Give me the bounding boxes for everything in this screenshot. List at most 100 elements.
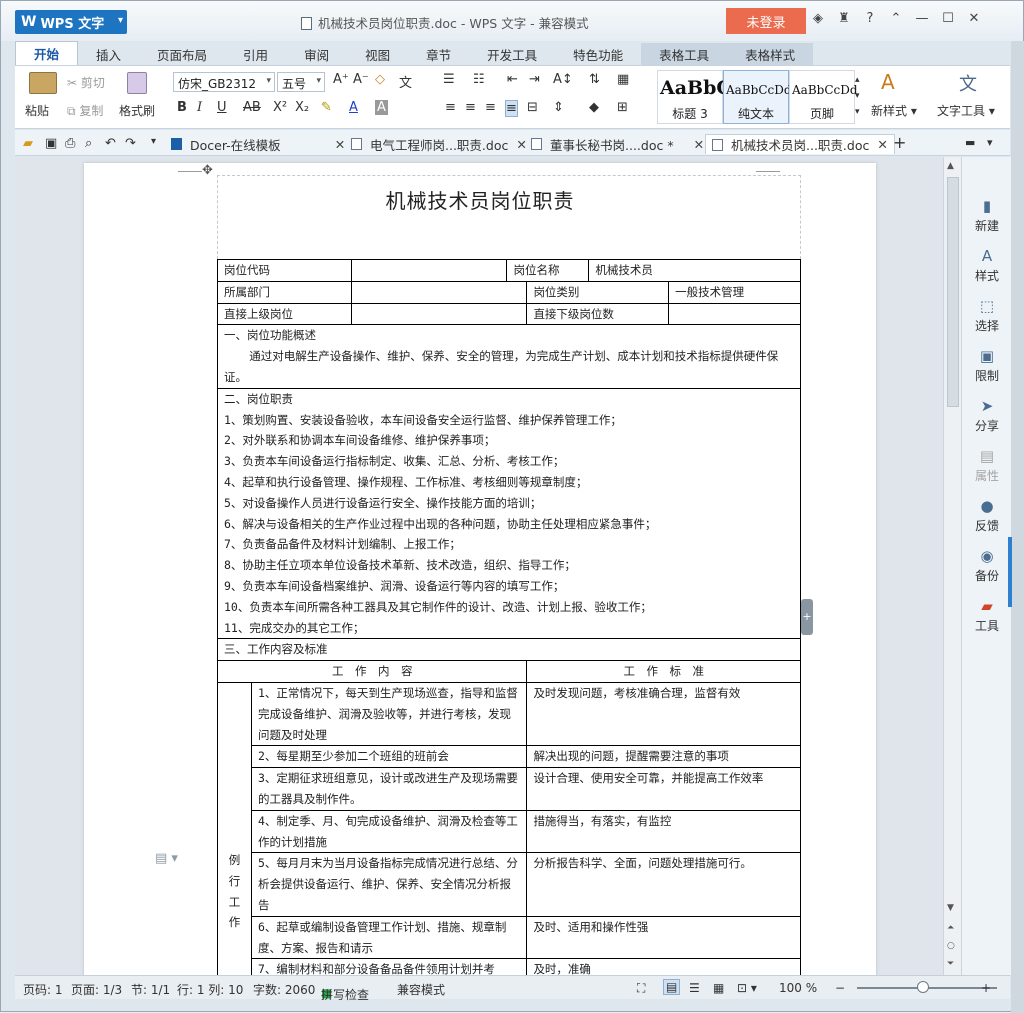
outdent-icon[interactable]: ⇤ (507, 72, 518, 87)
tab-5[interactable]: 视图 (347, 43, 408, 65)
close-tab-icon[interactable]: ✕ (694, 137, 704, 152)
tab-0[interactable]: 开始 (15, 41, 79, 65)
wps-menu-button[interactable]: W WPS 文字 ▾ (15, 10, 127, 34)
column-header-content[interactable]: 工 作 内 容 (216, 660, 528, 683)
close-tab-icon[interactable]: ✕ (877, 137, 887, 152)
bold-icon[interactable]: B (177, 100, 187, 115)
tab-9[interactable]: 表格工具 (641, 43, 728, 65)
strikethrough-icon[interactable]: AB (243, 100, 261, 115)
table-move-handle[interactable]: ✥ (202, 163, 213, 178)
numbered-list-icon[interactable]: ☷ (473, 72, 485, 87)
tab-10[interactable]: 表格样式 (727, 43, 814, 65)
work-standard-cell[interactable]: 设计合理、使用安全可靠，并能提高工作效率 (526, 767, 801, 811)
brush-icon[interactable] (127, 72, 147, 94)
doc-tab-electrical[interactable]: 电气工程师岗...职责.doc ✕ (351, 134, 527, 154)
panel-item-2[interactable]: ⬚ 选择 (962, 297, 1012, 334)
new-tab-icon[interactable]: + (893, 133, 906, 152)
new-style-button[interactable]: 新样式 ▾ (871, 102, 917, 119)
subscript-icon[interactable]: X₂ (295, 100, 309, 115)
scroll-up-icon[interactable]: ▲ (947, 161, 954, 171)
collapse-ribbon-icon[interactable]: ⌃ (887, 11, 905, 26)
maximize-button[interactable]: ☐ (939, 11, 957, 26)
minimize-button[interactable]: — (913, 11, 931, 26)
grow-font-icon[interactable]: A⁺ (333, 72, 349, 87)
work-standard-cell[interactable]: 及时，准确 (526, 958, 801, 975)
close-tab-icon[interactable]: ✕ (516, 137, 526, 152)
column-header-standard[interactable]: 工 作 标 准 (526, 660, 801, 683)
zoom-out-icon[interactable]: − (835, 981, 845, 995)
zoom-level[interactable]: 100 % (779, 981, 817, 995)
zoom-slider-knob[interactable] (917, 981, 929, 993)
justify-icon[interactable]: ≡ (505, 100, 518, 117)
font-size-select[interactable]: 五号 ▾ (277, 72, 325, 92)
tab-6[interactable]: 章节 (408, 43, 469, 65)
expand-panel-tab[interactable]: + (801, 599, 813, 635)
sort-icon[interactable]: ⇅ (589, 72, 600, 87)
page-thumbnail-icon[interactable]: ▤ ▾ (155, 851, 178, 866)
work-content-cell[interactable]: 4、制定季、月、旬完成设备维护、润滑及检查等工作的计划措施 (250, 809, 528, 854)
phonetic-icon[interactable]: 文 (399, 72, 412, 91)
work-standard-cell[interactable]: 分析报告科学、全面，问题处理措施可行。 (526, 852, 801, 917)
shrink-font-icon[interactable]: A⁻ (353, 72, 369, 87)
scroll-down-icon[interactable]: ▼ (947, 903, 954, 913)
panel-item-5[interactable]: ▤ 属性 (962, 447, 1012, 484)
routine-work-label[interactable]: 例行工作 (217, 681, 252, 975)
superscript-icon[interactable]: X² (273, 100, 287, 115)
work-content-cell[interactable]: 7、编制材料和部分设备备品备件领用计划并考 (250, 958, 528, 975)
tab-2[interactable]: 页面布局 (139, 43, 225, 65)
text-tools-button[interactable]: 文字工具 ▾ (937, 102, 995, 119)
document-page[interactable]: ✥ 机械技术员岗位职责 岗位代码 岗位名称 机械技术员 所属部门 岗位类别 一般… (84, 163, 876, 975)
work-standard-cell[interactable]: 及时、适用和操作性强 (526, 915, 801, 960)
paste-icon[interactable] (29, 72, 57, 94)
panel-item-3[interactable]: ▣ 限制 (962, 347, 1012, 384)
panel-item-8[interactable]: ▰ 工具 (962, 597, 1012, 634)
tab-8[interactable]: 特色功能 (555, 43, 641, 65)
close-tab-icon[interactable]: ✕ (335, 137, 345, 152)
work-standard-cell[interactable]: 措施得当，有落实，有监控 (526, 809, 801, 854)
cut-button[interactable]: ✂ 剪切 (67, 74, 105, 91)
tab-3[interactable]: 引用 (225, 43, 286, 65)
shading-icon[interactable]: ◆ (589, 100, 599, 115)
work-standard-cell[interactable]: 解决出现的问题，提醒需要注意的事项 (526, 745, 801, 769)
line-spacing-icon[interactable]: ⇕ (553, 100, 564, 115)
web-view-icon[interactable]: ▦ (713, 981, 724, 995)
doc-tab-secretary[interactable]: 董事长秘书岗....doc * ✕ (531, 134, 704, 154)
paste-button[interactable]: 粘贴 (25, 102, 49, 119)
reading-view-icon[interactable]: ⊡ ▾ (737, 981, 757, 995)
shirt-icon[interactable]: ♜ (835, 11, 853, 26)
save-icon[interactable]: ▣ (45, 136, 57, 151)
print-preview-icon[interactable]: ⌕ (85, 136, 92, 151)
work-content-cell[interactable]: 2、每星期至少参加二个班组的班前会 (250, 745, 528, 769)
work-content-cell[interactable]: 3、定期征求班组意见，设计或改进生产及现场需要的工器具及制作件。 (250, 767, 528, 811)
close-button[interactable]: ✕ (965, 11, 983, 26)
font-name-select[interactable]: 仿宋_GB2312 ▾ (173, 72, 275, 92)
italic-icon[interactable]: I (197, 100, 202, 115)
panel-item-1[interactable]: A 样式 (962, 247, 1012, 284)
skin-icon[interactable]: ◈ (809, 11, 827, 26)
panel-item-0[interactable]: ▮ 新建 (962, 197, 1012, 234)
doc-tab-mechanical[interactable]: 机械技术员岗...职责.doc ✕ (705, 134, 895, 154)
work-content-cell[interactable]: 5、每月月末为当月设备指标完成情况进行总结、分析会提供设备运行、维护、保养、安全… (250, 852, 528, 917)
align-left-icon[interactable]: ≡ (445, 100, 456, 115)
char-shading-icon[interactable]: A (375, 100, 388, 115)
align-right-icon[interactable]: ≡ (485, 100, 496, 115)
redo-icon[interactable]: ↷ (125, 136, 136, 151)
work-content-cell[interactable]: 6、起草或编制设备管理工作计划、措施、规章制度、方案、报告和请示 (250, 915, 528, 960)
format-painter-button[interactable]: 格式刷 (119, 102, 155, 119)
prev-page-icon[interactable]: ⏶ (947, 923, 954, 933)
clear-format-icon[interactable]: ◇ (375, 72, 385, 87)
bullet-list-icon[interactable]: ☰ (443, 72, 455, 87)
status-wordcount[interactable]: 字数: 2060 (253, 981, 315, 998)
outline-view-icon[interactable]: ☰ (689, 981, 700, 995)
login-button[interactable]: 未登录 (726, 8, 806, 34)
work-standard-cell[interactable]: 及时发现问题，考核准确合理，监督有效 (526, 681, 801, 747)
tab-7[interactable]: 开发工具 (469, 43, 555, 65)
print-icon[interactable]: ⎙ (65, 136, 75, 151)
section-heading[interactable]: 三、工作内容及标准 (217, 638, 801, 662)
style-heading3[interactable]: AaBbC 标题 3 (657, 70, 732, 124)
scroll-thumb[interactable] (947, 177, 959, 407)
tab-menu-icon[interactable]: ▾ (987, 136, 993, 149)
copy-button[interactable]: ⧉ 复制 (67, 102, 103, 119)
fullscreen-view-icon[interactable]: ⛶ (637, 981, 645, 996)
indent-icon[interactable]: ⇥ (529, 72, 540, 87)
